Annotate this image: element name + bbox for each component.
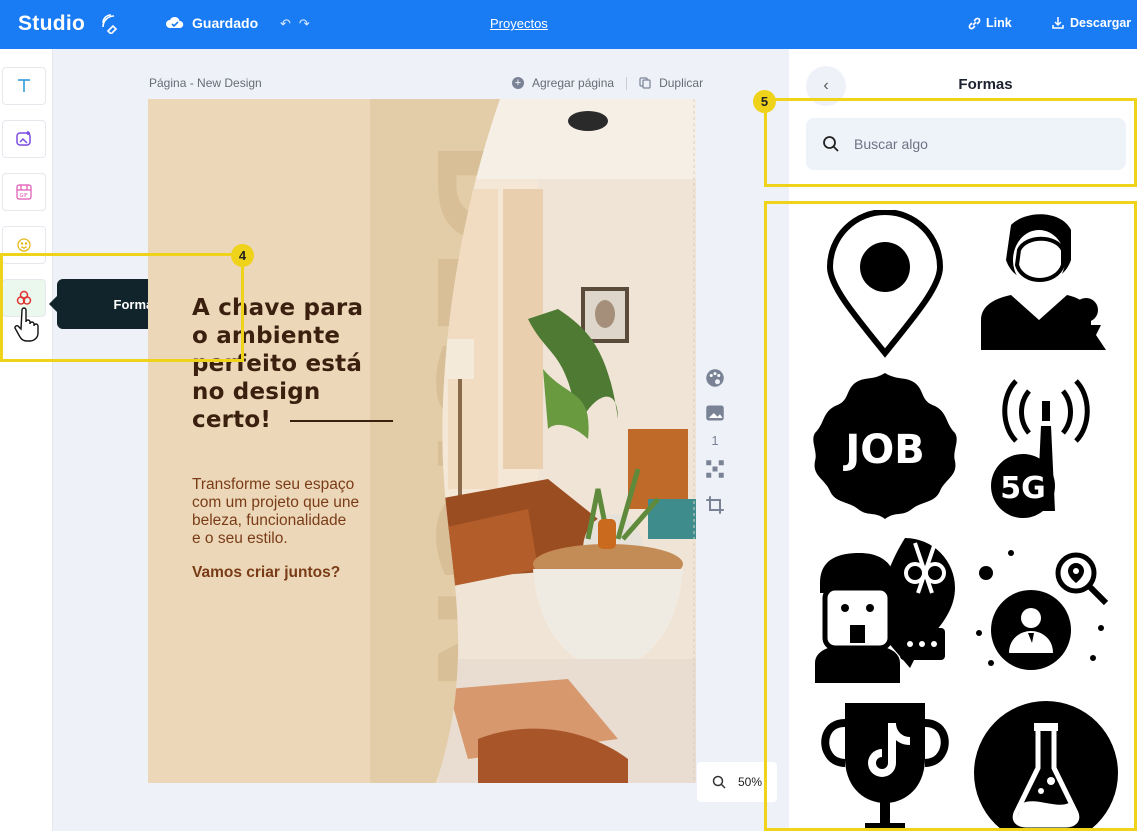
palette-icon[interactable] (703, 368, 727, 388)
gif-tool[interactable]: GIF (2, 173, 46, 211)
duplicate-icon (639, 77, 651, 89)
app-logo[interactable]: Studio (18, 12, 85, 36)
projects-link[interactable]: Proyectos (490, 16, 548, 31)
zoom-icon (712, 775, 726, 789)
design-page[interactable]: DESIGN (148, 99, 696, 783)
design-body-text[interactable]: Transforme seu espaço com um projeto que… (192, 476, 422, 548)
crop-icon[interactable] (703, 495, 727, 515)
image-plus-icon (16, 131, 31, 146)
step-badge-5: 5 (753, 90, 776, 113)
link-label: Link (986, 16, 1012, 30)
tool-rail: GIF (0, 49, 53, 831)
body-line: Transforme seu espaço (192, 476, 355, 493)
history-controls: ↶ ↷ (280, 16, 310, 32)
wireless-hand-icon (102, 14, 118, 34)
highlight-box-search (764, 98, 1137, 187)
link-icon (968, 17, 981, 29)
body-line: com um projeto que une (192, 494, 360, 511)
body-line: beleza, funcionalidade (192, 512, 347, 529)
step-badge-4: 4 (231, 244, 254, 267)
add-page-icon: + (512, 77, 524, 89)
divider (626, 76, 628, 90)
cloud-check-icon (166, 16, 184, 28)
highlight-box-shapes-grid (764, 201, 1137, 831)
duplicate-button[interactable]: Duplicar (659, 76, 703, 90)
download-icon (1052, 17, 1064, 29)
svg-text:GIF: GIF (20, 193, 28, 199)
redo-icon[interactable]: ↷ (299, 16, 310, 32)
headline-line: no design (192, 379, 321, 405)
panel-title: Formas (958, 76, 1013, 93)
download-label: Descargar (1070, 16, 1132, 30)
add-page-button[interactable]: Agregar página (532, 76, 614, 90)
undo-icon[interactable]: ↶ (280, 16, 291, 32)
text-tool[interactable] (2, 67, 46, 105)
highlight-box-shapes-tool (0, 253, 244, 362)
grid-pattern-icon[interactable] (703, 459, 727, 479)
page-artwork: DESIGN (290, 99, 696, 783)
body-line: e o seu estilo. (192, 530, 288, 547)
text-icon (18, 79, 30, 92)
save-status-label: Guardado (192, 15, 259, 31)
image-icon[interactable] (703, 403, 727, 423)
gif-icon: GIF (16, 184, 32, 200)
save-status: Guardado (166, 15, 258, 31)
top-bar: Studio Guardado ↶ ↷ Proyectos Link Desca… (0, 0, 1137, 49)
link-button[interactable]: Link (968, 16, 1012, 30)
design-cta[interactable]: Vamos criar juntos? (192, 564, 340, 582)
smiley-icon (17, 238, 31, 252)
headline-line: certo! (192, 407, 272, 433)
page-number: 1 (711, 432, 719, 448)
download-button[interactable]: Descargar (1051, 16, 1131, 30)
page-label: Página - New Design (149, 76, 262, 90)
zoom-level: 50% (737, 775, 763, 789)
image-tool[interactable] (2, 120, 46, 158)
page-actions: + Agregar página Duplicar (512, 76, 703, 90)
